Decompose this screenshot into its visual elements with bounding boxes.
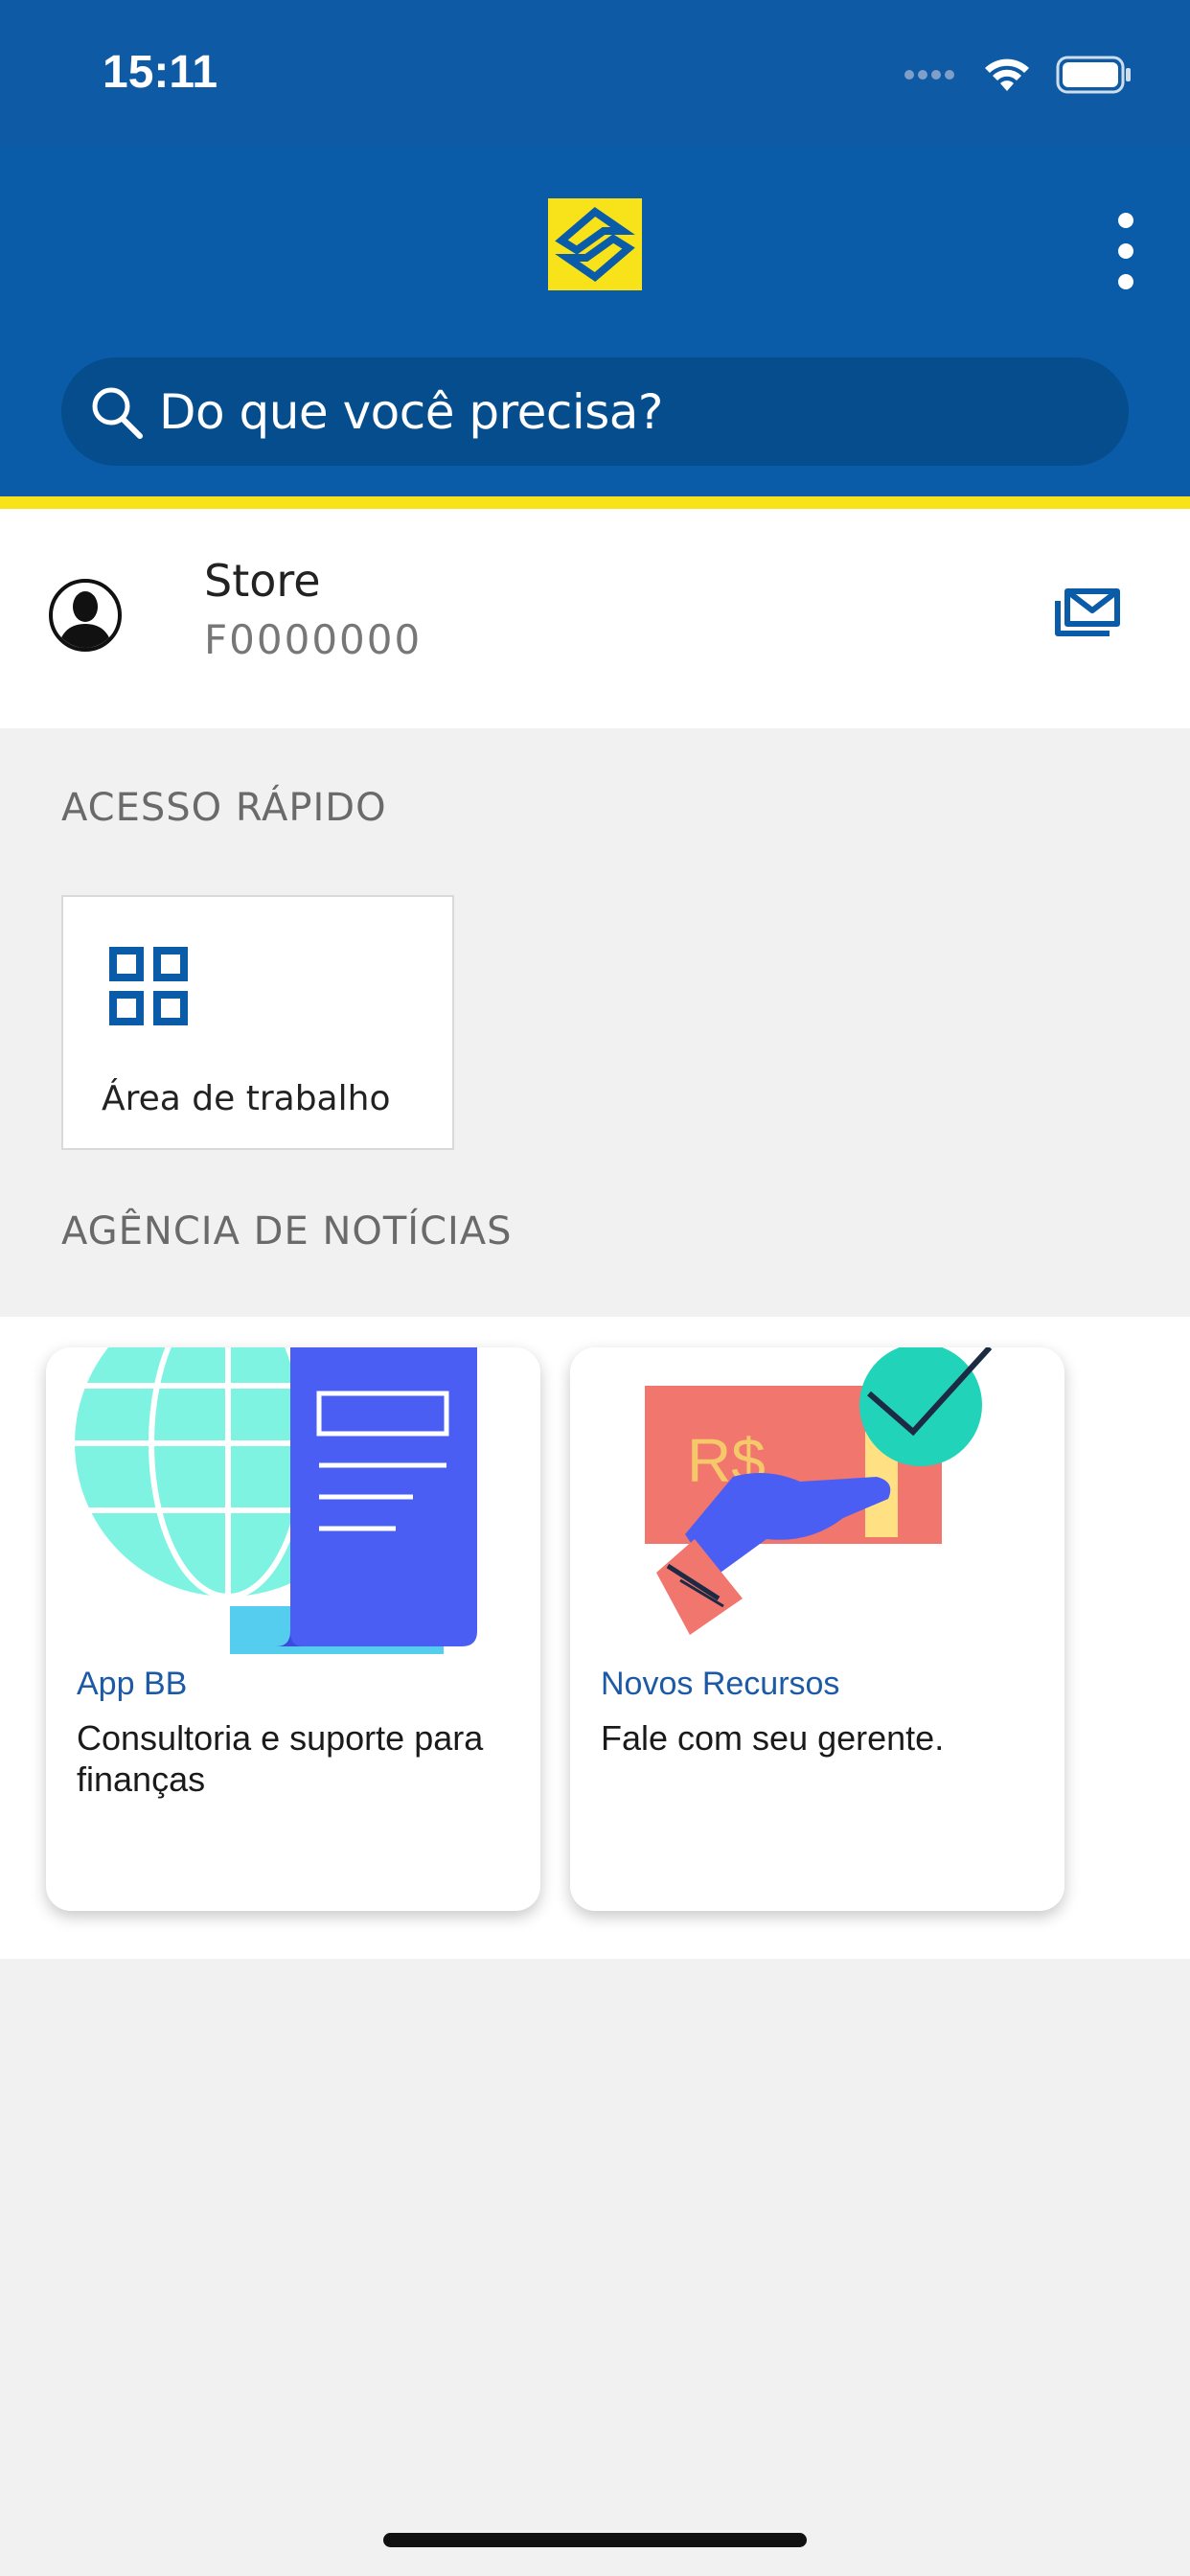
header-accent-line — [0, 496, 1190, 509]
quick-access-workspace[interactable]: Área de trabalho — [61, 895, 454, 1150]
news-card[interactable]: R$ Novos Recursos Fale com seu gerente. — [570, 1347, 1064, 1911]
news-headline: Consultoria e suporte para finanças — [77, 1718, 484, 1799]
news-tag: App BB — [77, 1666, 188, 1702]
quick-access-title: ACESSO RÁPIDO — [61, 786, 387, 830]
news-tag: Novos Recursos — [601, 1666, 840, 1702]
search-bar[interactable]: Do que você precisa? — [61, 357, 1129, 466]
status-time: 15:11 — [103, 47, 218, 98]
news-title: AGÊNCIA DE NOTÍCIAS — [61, 1209, 513, 1254]
mail-icon[interactable] — [1054, 582, 1123, 639]
search-icon — [92, 387, 143, 439]
wifi-icon — [985, 58, 1029, 91]
profile-card: Store F0000000 — [0, 509, 1190, 728]
home-indicator[interactable] — [383, 2533, 807, 2547]
more-menu-button[interactable] — [1111, 213, 1140, 289]
battery-icon — [1056, 56, 1131, 94]
dot — [1118, 213, 1133, 228]
search-placeholder: Do que você precisa? — [159, 383, 663, 440]
money-hand-illustration: R$ — [645, 1347, 993, 1635]
app-header: Do que você precisa? — [0, 144, 1190, 496]
avatar[interactable] — [48, 578, 123, 653]
banco-do-brasil-logo — [548, 198, 642, 290]
globe-document-illustration — [75, 1347, 477, 1654]
quick-access-label: Área de trabalho — [102, 1079, 391, 1118]
news-card[interactable]: App BB Consultoria e suporte para finanç… — [46, 1347, 540, 1911]
dot — [1118, 274, 1133, 289]
status-icons — [904, 54, 1133, 96]
profile-name: Store — [204, 555, 321, 607]
news-headline: Fale com seu gerente. — [601, 1718, 945, 1758]
profile-id: F0000000 — [204, 616, 423, 663]
signal-icon — [904, 70, 954, 80]
status-bar: 15:11 — [0, 0, 1190, 144]
grid-icon — [109, 947, 188, 1025]
dot — [1118, 243, 1133, 259]
